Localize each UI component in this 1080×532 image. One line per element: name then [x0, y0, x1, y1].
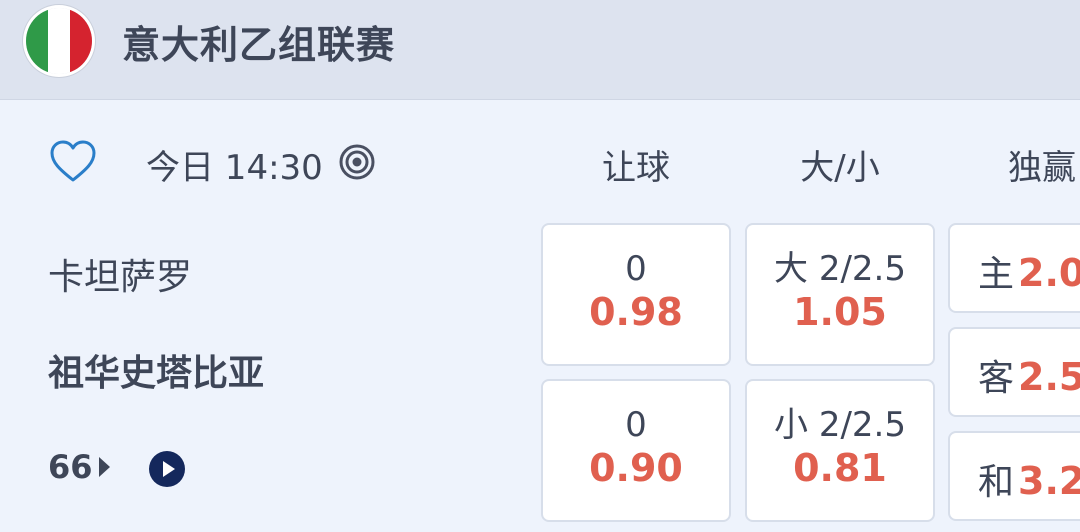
over-odds: 1.05	[793, 290, 887, 334]
more-markets-count: 66	[48, 448, 93, 486]
under-cell[interactable]: 小 2/2.5 0.81	[745, 379, 935, 522]
moneyline-draw-odds: 3.2	[1018, 459, 1080, 503]
handicap-away-odds: 0.90	[589, 446, 683, 490]
away-team-name: 祖华史塔比亚	[48, 353, 265, 394]
heart-icon[interactable]	[49, 138, 97, 186]
moneyline-away-odds: 2.5	[1018, 355, 1080, 399]
caret-right-icon	[98, 457, 110, 477]
under-odds: 0.81	[793, 446, 887, 490]
league-header[interactable]: 意大利乙组联赛	[0, 0, 1080, 100]
target-icon[interactable]	[338, 143, 376, 181]
italy-flag-icon	[26, 8, 92, 74]
moneyline-away-cell[interactable]: 客 2.5	[948, 327, 1080, 417]
play-icon[interactable]	[148, 450, 186, 488]
moneyline-home-cell[interactable]: 主 2.0	[948, 223, 1080, 313]
over-cell[interactable]: 大 2/2.5 1.05	[745, 223, 935, 366]
match-time: 今日 14:30	[146, 148, 323, 188]
moneyline-away-label: 客	[978, 358, 1015, 399]
handicap-home-line: 0	[625, 249, 647, 289]
column-header-win: 独赢	[1008, 148, 1076, 188]
moneyline-draw-label: 和	[978, 462, 1015, 503]
more-markets-link[interactable]: 66	[48, 448, 110, 486]
under-line: 小 2/2.5	[774, 405, 906, 445]
handicap-away-cell[interactable]: 0 0.90	[541, 379, 731, 522]
home-team-name: 卡坦萨罗	[48, 257, 193, 298]
moneyline-home-label: 主	[978, 254, 1015, 295]
column-header-over-under: 大/小	[800, 148, 880, 188]
over-line: 大 2/2.5	[774, 249, 906, 289]
column-header-handicap: 让球	[602, 148, 670, 188]
league-title: 意大利乙组联赛	[122, 23, 396, 67]
handicap-home-cell[interactable]: 0 0.98	[541, 223, 731, 366]
handicap-away-line: 0	[625, 405, 647, 445]
handicap-home-odds: 0.98	[589, 290, 683, 334]
moneyline-home-odds: 2.0	[1018, 251, 1080, 295]
moneyline-draw-cell[interactable]: 和 3.2	[948, 431, 1080, 521]
